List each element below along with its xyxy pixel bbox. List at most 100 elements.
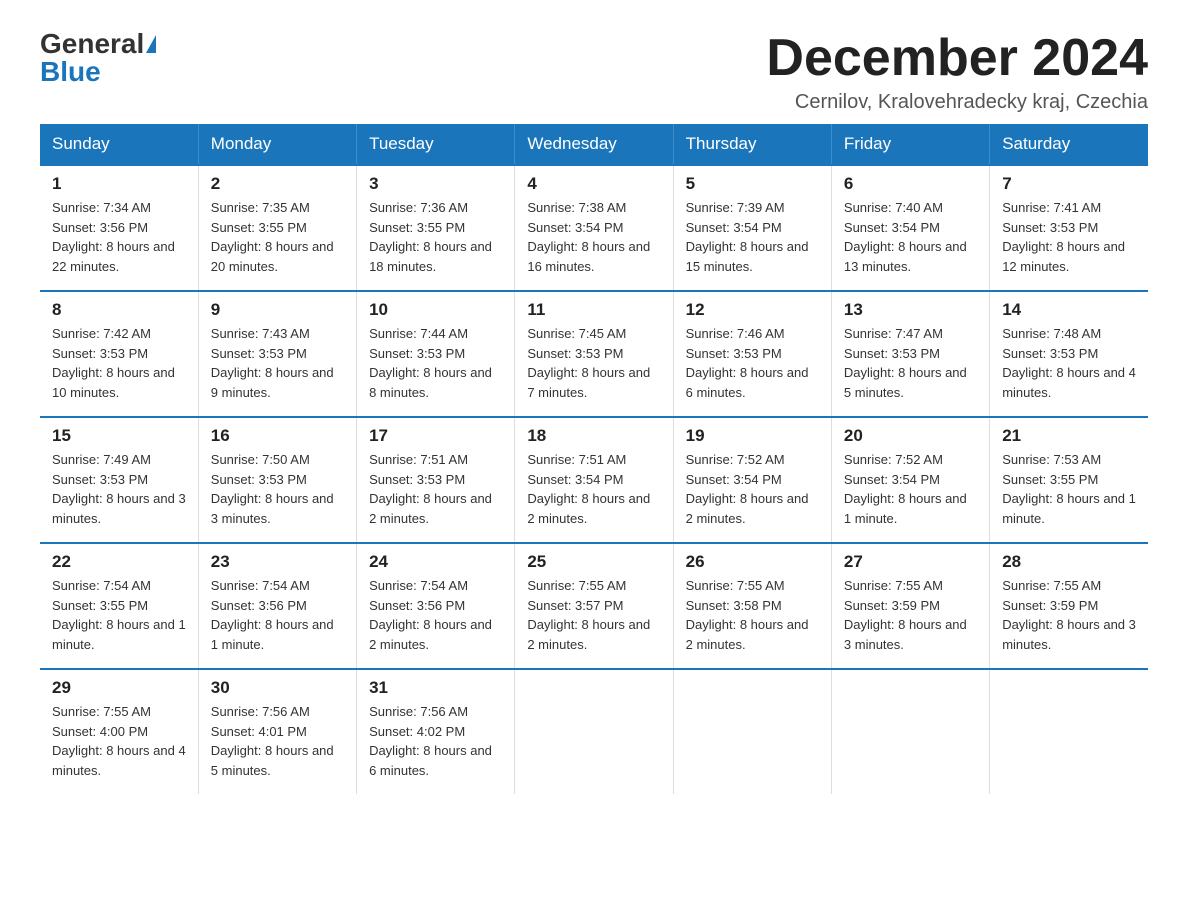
day-info: Sunrise: 7:36 AMSunset: 3:55 PMDaylight:… xyxy=(369,198,502,276)
day-info: Sunrise: 7:44 AMSunset: 3:53 PMDaylight:… xyxy=(369,324,502,402)
calendar-cell: 5 Sunrise: 7:39 AMSunset: 3:54 PMDaylight… xyxy=(673,165,831,291)
day-info: Sunrise: 7:46 AMSunset: 3:53 PMDaylight:… xyxy=(686,324,819,402)
day-number: 19 xyxy=(686,426,819,446)
day-info: Sunrise: 7:54 AMSunset: 3:56 PMDaylight:… xyxy=(369,576,502,654)
calendar-table: SundayMondayTuesdayWednesdayThursdayFrid… xyxy=(40,124,1148,794)
calendar-cell: 11 Sunrise: 7:45 AMSunset: 3:53 PMDayligh… xyxy=(515,291,673,417)
day-number: 3 xyxy=(369,174,502,194)
calendar-cell: 22 Sunrise: 7:54 AMSunset: 3:55 PMDayligh… xyxy=(40,543,198,669)
calendar-cell: 1Sunrise: 7:34 AMSunset: 3:56 PMDaylight… xyxy=(40,165,198,291)
day-number: 26 xyxy=(686,552,819,572)
day-number: 31 xyxy=(369,678,502,698)
day-info: Sunrise: 7:47 AMSunset: 3:53 PMDaylight:… xyxy=(844,324,977,402)
logo-triangle-icon xyxy=(146,35,156,53)
calendar-cell: 30 Sunrise: 7:56 AMSunset: 4:01 PMDayligh… xyxy=(198,669,356,794)
calendar-cell: 21Sunrise: 7:53 AMSunset: 3:55 PMDayligh… xyxy=(990,417,1148,543)
calendar-cell: 26Sunrise: 7:55 AMSunset: 3:58 PMDayligh… xyxy=(673,543,831,669)
day-number: 23 xyxy=(211,552,344,572)
location-subtitle: Cernilov, Kralovehradecky kraj, Czechia xyxy=(766,91,1148,114)
day-number: 27 xyxy=(844,552,977,572)
calendar-cell: 6 Sunrise: 7:40 AMSunset: 3:54 PMDaylight… xyxy=(831,165,989,291)
calendar-body: 1Sunrise: 7:34 AMSunset: 3:56 PMDaylight… xyxy=(40,165,1148,794)
calendar-cell: 12Sunrise: 7:46 AMSunset: 3:53 PMDayligh… xyxy=(673,291,831,417)
day-number: 22 xyxy=(52,552,186,572)
calendar-cell: 18 Sunrise: 7:51 AMSunset: 3:54 PMDayligh… xyxy=(515,417,673,543)
day-number: 14 xyxy=(1002,300,1136,320)
page-header: General Blue December 2024 Cernilov, Kra… xyxy=(40,30,1148,114)
day-number: 20 xyxy=(844,426,977,446)
weekday-header-saturday: Saturday xyxy=(990,124,1148,165)
calendar-cell: 10 Sunrise: 7:44 AMSunset: 3:53 PMDayligh… xyxy=(357,291,515,417)
day-info: Sunrise: 7:45 AMSunset: 3:53 PMDaylight:… xyxy=(527,324,660,402)
calendar-cell: 9Sunrise: 7:43 AMSunset: 3:53 PMDaylight… xyxy=(198,291,356,417)
calendar-week-row: 22 Sunrise: 7:54 AMSunset: 3:55 PMDayligh… xyxy=(40,543,1148,669)
calendar-week-row: 15Sunrise: 7:49 AMSunset: 3:53 PMDayligh… xyxy=(40,417,1148,543)
day-info: Sunrise: 7:54 AMSunset: 3:56 PMDaylight:… xyxy=(211,576,344,654)
day-number: 4 xyxy=(527,174,660,194)
day-info: Sunrise: 7:40 AMSunset: 3:54 PMDaylight:… xyxy=(844,198,977,276)
calendar-cell: 13 Sunrise: 7:47 AMSunset: 3:53 PMDayligh… xyxy=(831,291,989,417)
day-info: Sunrise: 7:50 AMSunset: 3:53 PMDaylight:… xyxy=(211,450,344,528)
day-number: 5 xyxy=(686,174,819,194)
day-number: 15 xyxy=(52,426,186,446)
day-info: Sunrise: 7:42 AMSunset: 3:53 PMDaylight:… xyxy=(52,324,186,402)
calendar-header: SundayMondayTuesdayWednesdayThursdayFrid… xyxy=(40,124,1148,165)
day-number: 16 xyxy=(211,426,344,446)
weekday-header-monday: Monday xyxy=(198,124,356,165)
calendar-cell: 27 Sunrise: 7:55 AMSunset: 3:59 PMDayligh… xyxy=(831,543,989,669)
day-number: 8 xyxy=(52,300,186,320)
day-number: 28 xyxy=(1002,552,1136,572)
month-title: December 2024 xyxy=(766,30,1148,87)
day-number: 24 xyxy=(369,552,502,572)
day-info: Sunrise: 7:34 AMSunset: 3:56 PMDaylight:… xyxy=(52,198,186,276)
calendar-cell: 15Sunrise: 7:49 AMSunset: 3:53 PMDayligh… xyxy=(40,417,198,543)
calendar-week-row: 29Sunrise: 7:55 AMSunset: 4:00 PMDayligh… xyxy=(40,669,1148,794)
day-number: 13 xyxy=(844,300,977,320)
day-info: Sunrise: 7:51 AMSunset: 3:54 PMDaylight:… xyxy=(527,450,660,528)
calendar-cell: 3 Sunrise: 7:36 AMSunset: 3:55 PMDaylight… xyxy=(357,165,515,291)
day-number: 6 xyxy=(844,174,977,194)
calendar-cell: 29Sunrise: 7:55 AMSunset: 4:00 PMDayligh… xyxy=(40,669,198,794)
calendar-cell: 14 Sunrise: 7:48 AMSunset: 3:53 PMDayligh… xyxy=(990,291,1148,417)
calendar-cell xyxy=(990,669,1148,794)
calendar-cell: 7Sunrise: 7:41 AMSunset: 3:53 PMDaylight… xyxy=(990,165,1148,291)
weekday-header-row: SundayMondayTuesdayWednesdayThursdayFrid… xyxy=(40,124,1148,165)
calendar-cell: 28 Sunrise: 7:55 AMSunset: 3:59 PMDayligh… xyxy=(990,543,1148,669)
logo-general-text: General xyxy=(40,30,144,58)
calendar-cell: 31 Sunrise: 7:56 AMSunset: 4:02 PMDayligh… xyxy=(357,669,515,794)
day-info: Sunrise: 7:52 AMSunset: 3:54 PMDaylight:… xyxy=(844,450,977,528)
calendar-cell: 19Sunrise: 7:52 AMSunset: 3:54 PMDayligh… xyxy=(673,417,831,543)
day-number: 10 xyxy=(369,300,502,320)
calendar-week-row: 1Sunrise: 7:34 AMSunset: 3:56 PMDaylight… xyxy=(40,165,1148,291)
day-info: Sunrise: 7:56 AMSunset: 4:02 PMDaylight:… xyxy=(369,702,502,780)
day-info: Sunrise: 7:35 AMSunset: 3:55 PMDaylight:… xyxy=(211,198,344,276)
day-info: Sunrise: 7:55 AMSunset: 3:59 PMDaylight:… xyxy=(844,576,977,654)
calendar-cell: 23 Sunrise: 7:54 AMSunset: 3:56 PMDayligh… xyxy=(198,543,356,669)
day-info: Sunrise: 7:38 AMSunset: 3:54 PMDaylight:… xyxy=(527,198,660,276)
day-info: Sunrise: 7:48 AMSunset: 3:53 PMDaylight:… xyxy=(1002,324,1136,402)
day-info: Sunrise: 7:56 AMSunset: 4:01 PMDaylight:… xyxy=(211,702,344,780)
calendar-cell: 4 Sunrise: 7:38 AMSunset: 3:54 PMDaylight… xyxy=(515,165,673,291)
day-number: 9 xyxy=(211,300,344,320)
calendar-cell xyxy=(515,669,673,794)
weekday-header-tuesday: Tuesday xyxy=(357,124,515,165)
day-info: Sunrise: 7:39 AMSunset: 3:54 PMDaylight:… xyxy=(686,198,819,276)
calendar-cell: 20 Sunrise: 7:52 AMSunset: 3:54 PMDayligh… xyxy=(831,417,989,543)
calendar-cell xyxy=(673,669,831,794)
calendar-cell: 2 Sunrise: 7:35 AMSunset: 3:55 PMDaylight… xyxy=(198,165,356,291)
day-info: Sunrise: 7:51 AMSunset: 3:53 PMDaylight:… xyxy=(369,450,502,528)
logo: General Blue xyxy=(40,30,156,86)
day-number: 18 xyxy=(527,426,660,446)
day-info: Sunrise: 7:54 AMSunset: 3:55 PMDaylight:… xyxy=(52,576,186,654)
day-number: 11 xyxy=(527,300,660,320)
day-number: 30 xyxy=(211,678,344,698)
day-number: 17 xyxy=(369,426,502,446)
calendar-cell: 17 Sunrise: 7:51 AMSunset: 3:53 PMDayligh… xyxy=(357,417,515,543)
day-info: Sunrise: 7:55 AMSunset: 3:59 PMDaylight:… xyxy=(1002,576,1136,654)
day-number: 2 xyxy=(211,174,344,194)
day-number: 21 xyxy=(1002,426,1136,446)
weekday-header-friday: Friday xyxy=(831,124,989,165)
calendar-cell: 8 Sunrise: 7:42 AMSunset: 3:53 PMDaylight… xyxy=(40,291,198,417)
day-number: 29 xyxy=(52,678,186,698)
title-section: December 2024 Cernilov, Kralovehradecky … xyxy=(766,30,1148,114)
